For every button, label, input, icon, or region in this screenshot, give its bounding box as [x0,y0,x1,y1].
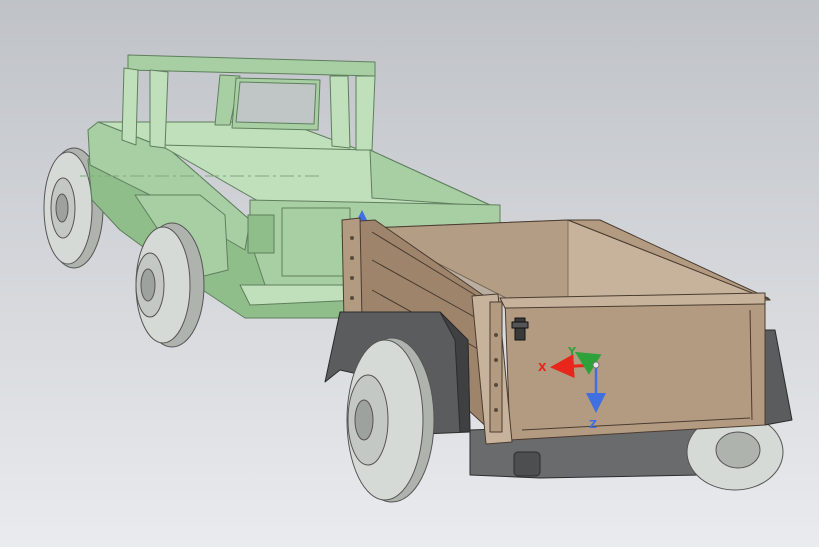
axis-x-label: X [538,361,547,374]
truck-window-opening [235,81,317,125]
cad-scene[interactable]: X Y Z [0,0,819,547]
axis-z-label: Z [589,418,597,431]
truck-wheel-front-right[interactable] [135,222,205,348]
truck-taillight [247,214,275,254]
axis-x-line [550,354,597,379]
trailer-front-post [341,217,363,323]
trailer-axle-end-left [513,451,541,477]
trailer-wheel-left[interactable] [346,337,435,503]
axis-y-label: Y [567,345,577,358]
3d-viewport[interactable]: X Y Z [0,0,819,547]
